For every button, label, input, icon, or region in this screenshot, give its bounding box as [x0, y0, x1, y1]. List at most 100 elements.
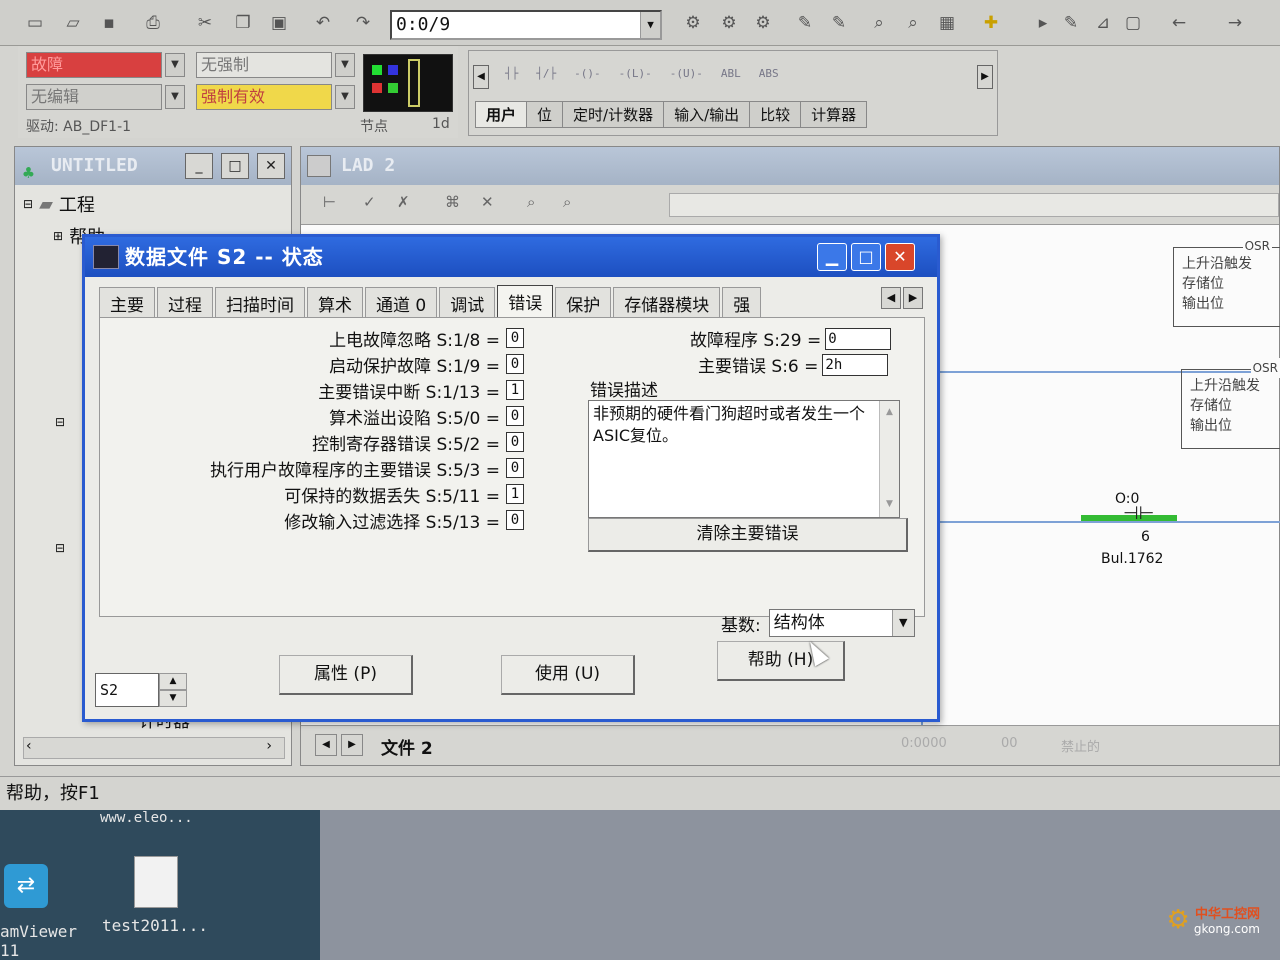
copy-icon[interactable]: ❐ — [230, 10, 256, 36]
error-description-box[interactable]: 非预期的硬件看门狗超时或者发生一个ASIC复位。 ▲ ▼ — [588, 400, 900, 518]
instruction-button[interactable]: -()- — [574, 67, 601, 80]
help-button[interactable]: 帮助 (H) — [717, 641, 845, 681]
scroll-left-icon[interactable]: ‹ — [26, 738, 32, 754]
force-status[interactable]: 无强制 ▼ — [196, 52, 355, 78]
radix-select[interactable]: 结构体 ▼ — [768, 609, 915, 637]
instruction-tab[interactable]: 定时/计数器 — [562, 101, 665, 128]
vertical-scrollbar[interactable]: ▲ ▼ — [879, 401, 899, 517]
chevron-down-icon[interactable]: ▼ — [640, 12, 660, 38]
status-bit-value[interactable]: 0 — [506, 328, 524, 348]
instruction-button[interactable]: -(L)- — [619, 67, 652, 80]
print-icon[interactable]: ⎙ — [140, 10, 166, 36]
scroll-down-icon[interactable]: ▼ — [880, 493, 899, 515]
redo-icon[interactable]: ↷ — [350, 10, 376, 36]
chevron-down-icon[interactable]: ▼ — [335, 53, 355, 77]
chevron-down-icon[interactable]: ▼ — [335, 85, 355, 109]
instruction-button[interactable]: -(U)- — [670, 67, 703, 80]
replace-icon[interactable]: ⌕ — [900, 10, 926, 36]
paste-icon[interactable]: ▣ — [266, 10, 292, 36]
fault-routine-input[interactable]: 0 — [825, 327, 892, 350]
tab-5[interactable]: 调试 — [439, 287, 496, 317]
tab-9[interactable]: 强 — [722, 287, 762, 317]
instruction-tab[interactable]: 输入/输出 — [663, 101, 751, 128]
tab-8[interactable]: 存储器模块 — [613, 287, 721, 317]
instruction-button[interactable]: ┤/├ — [536, 67, 556, 80]
osr-block[interactable]: OSR 上升沿触发 存储位 输出位 — [1173, 236, 1280, 327]
maximize-button[interactable]: □ — [851, 243, 881, 271]
verify-icon[interactable]: ✎ — [792, 10, 818, 36]
rung-icon[interactable]: ⊢ — [323, 193, 336, 211]
document-file-icon[interactable] — [134, 856, 178, 908]
play-icon[interactable]: ▸ — [1030, 10, 1056, 36]
teamviewer-label[interactable]: amViewer 11 — [0, 922, 77, 960]
file-tab[interactable]: 文件 2 — [381, 734, 433, 759]
maximize-button[interactable]: □ — [221, 153, 249, 179]
close-button[interactable]: ✕ — [257, 153, 285, 179]
status-bit-value[interactable]: 0 — [506, 432, 524, 452]
test-file-label[interactable]: test2011... — [102, 916, 208, 935]
scroll-right-icon[interactable]: ▶ — [977, 65, 993, 89]
undo-icon[interactable]: ↶ — [310, 10, 336, 36]
mode-status[interactable]: 故障 ▼ — [26, 52, 185, 78]
expand-icon[interactable]: ⊞ — [53, 229, 63, 243]
edit-icon[interactable]: ✎ — [1058, 10, 1084, 36]
status-bit-value[interactable]: 0 — [506, 458, 524, 478]
chevron-down-icon[interactable]: ▼ — [165, 85, 185, 109]
chevron-down-icon[interactable]: ▼ — [891, 610, 914, 636]
new-file-icon[interactable]: ▭ — [22, 10, 48, 36]
minimize-button[interactable]: _ — [185, 153, 213, 179]
edit-status[interactable]: 无编辑 ▼ — [26, 84, 185, 110]
add-icon[interactable]: ✚ — [978, 10, 1004, 36]
delete-icon[interactable]: ✕ — [481, 193, 494, 211]
verify-project-icon[interactable]: ✎ — [826, 10, 852, 36]
collapse-icon[interactable]: ⊟ — [55, 541, 65, 555]
verify-file-icon[interactable]: ✗ — [397, 193, 410, 211]
scroll-right-icon[interactable]: ▶ — [903, 287, 923, 309]
spinner-down-icon[interactable]: ▼ — [159, 690, 187, 707]
table-icon[interactable]: ▦ — [934, 10, 960, 36]
back-arrow-icon[interactable]: ← — [1166, 10, 1192, 36]
instruction-button[interactable]: ABS — [759, 67, 779, 80]
tab-2[interactable]: 扫描时间 — [215, 287, 305, 317]
status-bit-value[interactable]: 1 — [506, 380, 524, 400]
scroll-left-icon[interactable]: ◀ — [315, 734, 337, 756]
forward-arrow-icon[interactable]: → — [1222, 10, 1248, 36]
collapse-icon[interactable]: ⊟ — [23, 197, 33, 211]
file-spinner-input[interactable]: S2 — [95, 673, 159, 707]
stamp-icon[interactable]: ⌘ — [445, 193, 460, 211]
scroll-right-icon[interactable]: › — [266, 738, 272, 754]
status-bit-value[interactable]: 0 — [506, 510, 524, 530]
instruction-tab[interactable]: 计算器 — [800, 101, 868, 128]
clear-major-error-button[interactable]: 清除主要错误 — [588, 518, 908, 552]
collapse-icon[interactable]: ⊟ — [55, 415, 65, 429]
instruction-tab[interactable]: 用户 — [475, 101, 528, 128]
upload-icon[interactable]: ⚙ — [716, 10, 742, 36]
online-icon[interactable]: ⚙ — [680, 10, 706, 36]
scroll-left-icon[interactable]: ◀ — [473, 65, 489, 89]
search-icon[interactable]: ⌕ — [527, 193, 535, 211]
force-enabled-status[interactable]: 强制有效 ▼ — [196, 84, 355, 110]
cut-icon[interactable]: ✂ — [192, 10, 218, 36]
teamviewer-icon[interactable]: ⇄ — [4, 864, 48, 908]
instruction-button[interactable]: ┤├ — [505, 67, 518, 80]
status-bit-value[interactable]: 0 — [506, 354, 524, 374]
scroll-left-icon[interactable]: ◀ — [881, 287, 901, 309]
minimize-button[interactable]: ▁ — [817, 243, 847, 271]
status-bit-value[interactable]: 1 — [506, 484, 524, 504]
tab-7[interactable]: 保护 — [555, 287, 612, 317]
chart-icon[interactable]: ⊿ — [1090, 10, 1116, 36]
instruction-tab[interactable]: 位 — [526, 101, 564, 128]
major-error-input[interactable]: 2h — [822, 353, 889, 376]
download-icon[interactable]: ⚙ — [750, 10, 776, 36]
tab-3[interactable]: 算术 — [307, 287, 363, 317]
verify-icon[interactable]: ✓ — [363, 193, 376, 211]
chevron-down-icon[interactable]: ▼ — [165, 53, 185, 77]
address-combobox[interactable]: 0:0/9 ▼ — [390, 10, 662, 40]
replace-icon[interactable]: ⌕ — [563, 193, 571, 211]
open-file-icon[interactable]: ▱ — [60, 10, 86, 36]
horizontal-scrollbar[interactable]: ‹ › — [23, 737, 285, 759]
properties-button[interactable]: 属性 (P) — [279, 655, 413, 695]
tab-0[interactable]: 主要 — [99, 287, 155, 317]
osr-block[interactable]: OSR 上升沿触发 存储位 输出位 — [1181, 358, 1280, 449]
find-icon[interactable]: ⌕ — [866, 10, 892, 36]
